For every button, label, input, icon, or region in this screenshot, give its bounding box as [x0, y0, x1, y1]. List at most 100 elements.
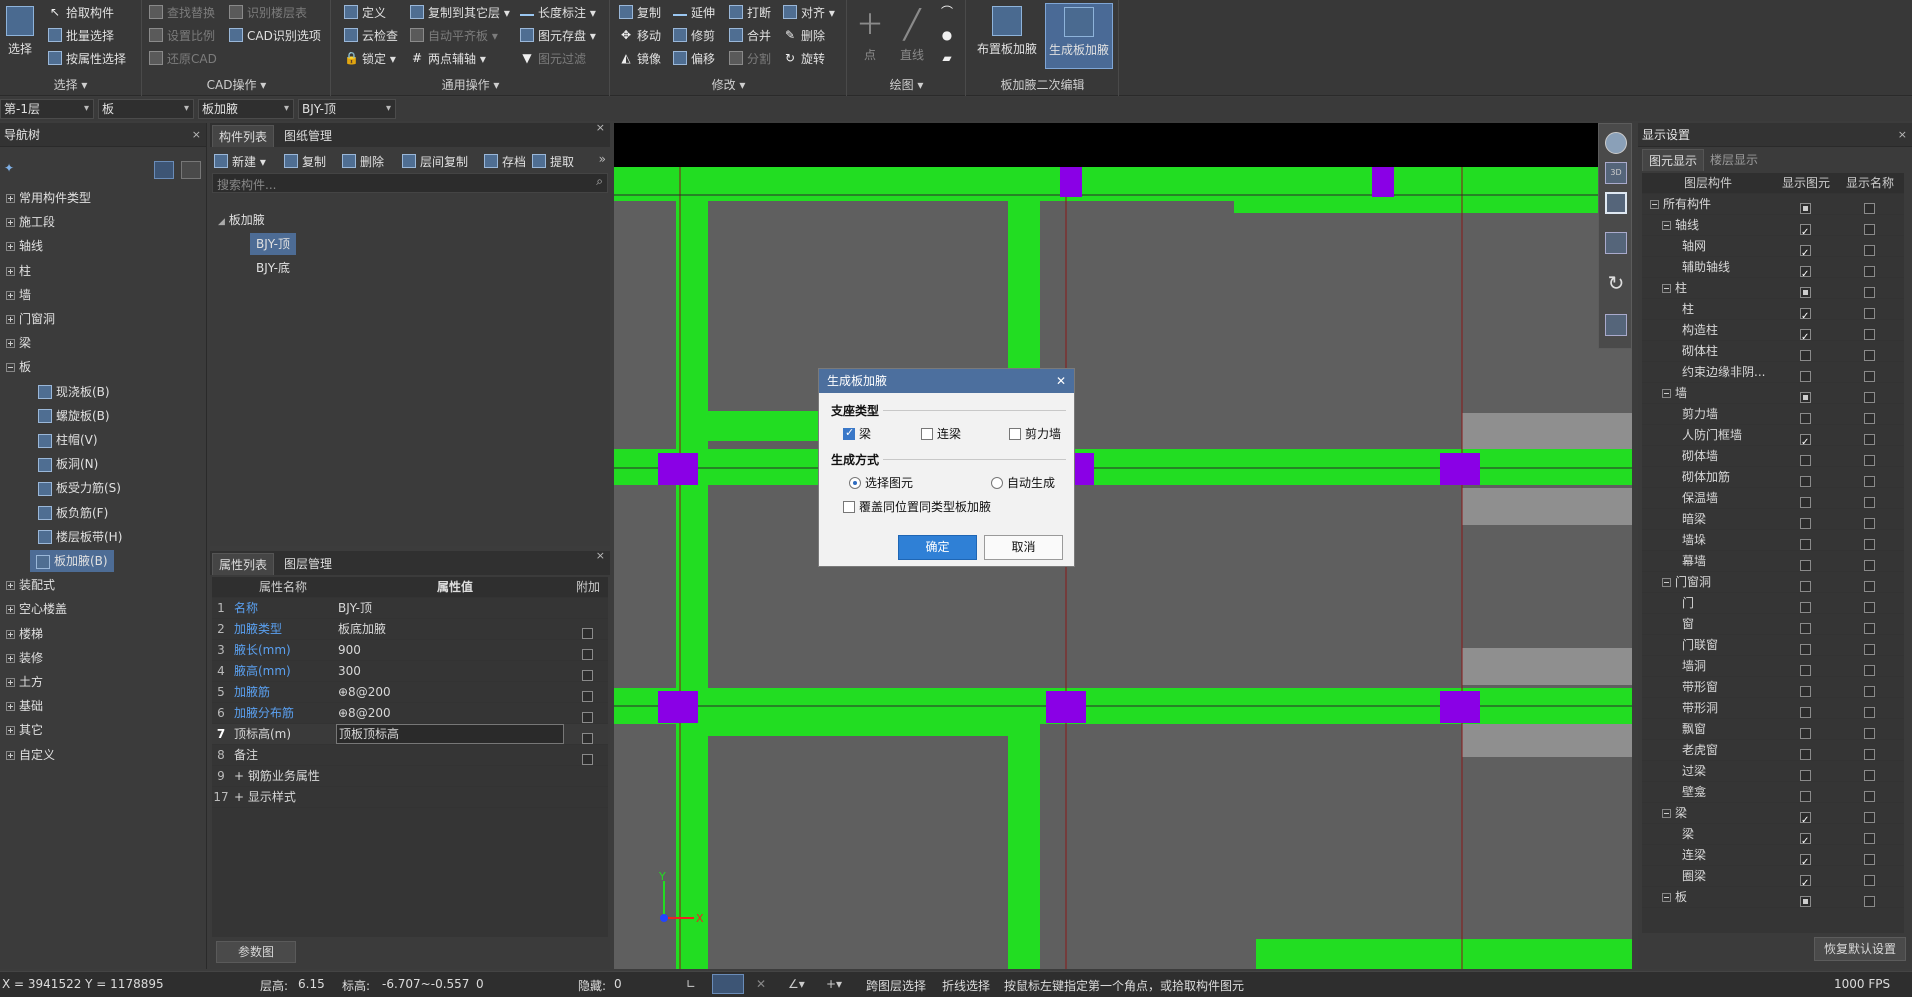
type-select[interactable]: 板加腋: [198, 99, 294, 119]
batch-select-button[interactable]: 批量选择: [48, 25, 114, 45]
property-row[interactable]: 2 加腋类型 板底加腋: [212, 619, 608, 640]
show-name-checkbox[interactable]: [1864, 782, 1880, 803]
show-name-checkbox[interactable]: [1864, 215, 1880, 236]
display-row[interactable]: 圈梁: [1642, 866, 1904, 887]
cross-layer-select[interactable]: 跨图层选择: [866, 977, 926, 994]
show-element-checkbox[interactable]: [1800, 278, 1816, 299]
mirror-button[interactable]: ◭ 镜像: [619, 48, 661, 68]
show-name-checkbox[interactable]: [1864, 614, 1880, 635]
display-row[interactable]: 剪力墙: [1642, 404, 1904, 425]
display-row[interactable]: 墙洞: [1642, 656, 1904, 677]
orbit-sphere-icon[interactable]: [1605, 132, 1627, 154]
find-replace-button[interactable]: 查找替换: [149, 2, 215, 22]
nav-pin-icon[interactable]: ✦: [4, 161, 14, 175]
param-diagram-button[interactable]: 参数图: [216, 941, 296, 963]
display-row[interactable]: 砌体柱: [1642, 341, 1904, 362]
show-element-checkbox[interactable]: [1800, 719, 1816, 740]
show-name-checkbox[interactable]: [1864, 593, 1880, 614]
beam[interactable]: [1256, 939, 1632, 969]
identify-floor-table-button[interactable]: 识别楼层表: [229, 2, 307, 22]
floor-copy-button[interactable]: 层间复制: [402, 151, 468, 171]
display-row[interactable]: 老虎窗: [1642, 740, 1904, 761]
support-beam-checkbox[interactable]: 梁: [843, 425, 871, 442]
show-element-checkbox[interactable]: [1800, 824, 1816, 845]
nav-item[interactable]: 现浇板(B): [0, 381, 205, 403]
property-row[interactable]: 17 + 显示样式: [212, 787, 608, 808]
dialog-close-icon[interactable]: ✕: [1056, 369, 1066, 393]
split-button[interactable]: 分割: [729, 48, 771, 68]
display-row[interactable]: 门窗洞: [1642, 572, 1904, 593]
delete-component-button[interactable]: 删除: [342, 151, 384, 171]
tab-floor-display[interactable]: 楼层显示: [1704, 149, 1764, 171]
nav-item[interactable]: 楼层板带(H): [0, 526, 205, 548]
rotate-button[interactable]: ↻ 旋转: [783, 48, 825, 68]
display-row[interactable]: 轴网: [1642, 236, 1904, 257]
property-value[interactable]: ⊕8@200: [336, 703, 564, 724]
display-row[interactable]: 门: [1642, 593, 1904, 614]
pick-component-button[interactable]: ↖ 拾取构件: [48, 2, 114, 22]
expand-icon[interactable]: [6, 266, 15, 276]
component-select[interactable]: BJY-顶: [298, 99, 396, 119]
column[interactable]: [658, 453, 698, 485]
show-element-checkbox[interactable]: [1800, 425, 1816, 446]
group-title-modify[interactable]: 修改 ▾: [611, 76, 846, 93]
cancel-button[interactable]: 取消: [984, 535, 1063, 560]
display-row[interactable]: 带形窗: [1642, 677, 1904, 698]
nav-item[interactable]: 板: [0, 356, 205, 378]
define-button[interactable]: 定义: [344, 2, 386, 22]
property-value[interactable]: 顶板顶标高: [336, 724, 564, 744]
show-name-checkbox[interactable]: [1864, 383, 1880, 404]
nav-item[interactable]: 门窗洞: [0, 308, 205, 330]
copy-to-other-floor-button[interactable]: 复制到其它层 ▾: [410, 2, 510, 22]
auto-flush-slab-button[interactable]: 自动平齐板 ▾: [410, 25, 498, 45]
show-name-checkbox[interactable]: [1864, 845, 1880, 866]
nav-item[interactable]: 墙: [0, 284, 205, 306]
expand-icon[interactable]: [6, 194, 15, 203]
show-element-checkbox[interactable]: [1800, 635, 1816, 656]
save-element-button[interactable]: 图元存盘 ▾: [520, 25, 596, 45]
show-name-checkbox[interactable]: [1864, 320, 1880, 341]
show-name-checkbox[interactable]: [1864, 551, 1880, 572]
nav-item[interactable]: 板加腋(B): [30, 550, 114, 572]
display-row[interactable]: 门联窗: [1642, 635, 1904, 656]
show-name-checkbox[interactable]: [1864, 488, 1880, 509]
set-scale-button[interactable]: 设置比例: [149, 25, 215, 45]
show-name-checkbox[interactable]: [1864, 635, 1880, 656]
show-name-checkbox[interactable]: [1864, 824, 1880, 845]
new-component-button[interactable]: 新建 ▾: [214, 151, 266, 171]
display-row[interactable]: 带形洞: [1642, 698, 1904, 719]
group-title-draw[interactable]: 绘图 ▾: [848, 76, 965, 93]
beam[interactable]: [1234, 185, 1632, 213]
tab-layer-management[interactable]: 图层管理: [278, 553, 338, 575]
expand-icon[interactable]: [6, 339, 15, 349]
show-element-checkbox[interactable]: [1800, 740, 1816, 761]
floor-select[interactable]: 第-1层: [0, 99, 94, 119]
polyline-select[interactable]: 折线选择: [942, 977, 990, 994]
property-value[interactable]: [336, 766, 564, 787]
beam[interactable]: [1008, 724, 1040, 969]
attach-checkbox[interactable]: [582, 682, 602, 703]
show-name-checkbox[interactable]: [1864, 866, 1880, 887]
show-name-checkbox[interactable]: [1864, 446, 1880, 467]
show-element-checkbox[interactable]: [1800, 341, 1816, 362]
show-element-checkbox[interactable]: [1800, 320, 1816, 341]
show-element-checkbox[interactable]: [1800, 866, 1816, 887]
display-row[interactable]: 飘窗: [1642, 719, 1904, 740]
display-row[interactable]: 板: [1642, 887, 1904, 908]
show-name-checkbox[interactable]: [1864, 887, 1880, 908]
mode-auto-generate-radio[interactable]: 自动生成: [991, 474, 1055, 491]
collapse-icon[interactable]: [1662, 284, 1671, 293]
more-chevron-icon[interactable]: »: [599, 152, 606, 166]
show-element-checkbox[interactable]: [1800, 761, 1816, 782]
display-row[interactable]: 暗梁: [1642, 509, 1904, 530]
display-row[interactable]: 窗: [1642, 614, 1904, 635]
component-panel-close-icon[interactable]: ×: [596, 121, 605, 134]
arrange-haunch-button[interactable]: 布置板加腋: [973, 3, 1041, 69]
angle-icon[interactable]: ∠▾: [788, 977, 805, 991]
property-value[interactable]: 900: [336, 640, 564, 661]
show-element-checkbox[interactable]: [1800, 467, 1816, 488]
expand-icon[interactable]: [6, 750, 15, 760]
display-row[interactable]: 构造柱: [1642, 320, 1904, 341]
tab-element-display[interactable]: 图元显示: [1642, 149, 1705, 171]
column[interactable]: [1440, 453, 1480, 485]
